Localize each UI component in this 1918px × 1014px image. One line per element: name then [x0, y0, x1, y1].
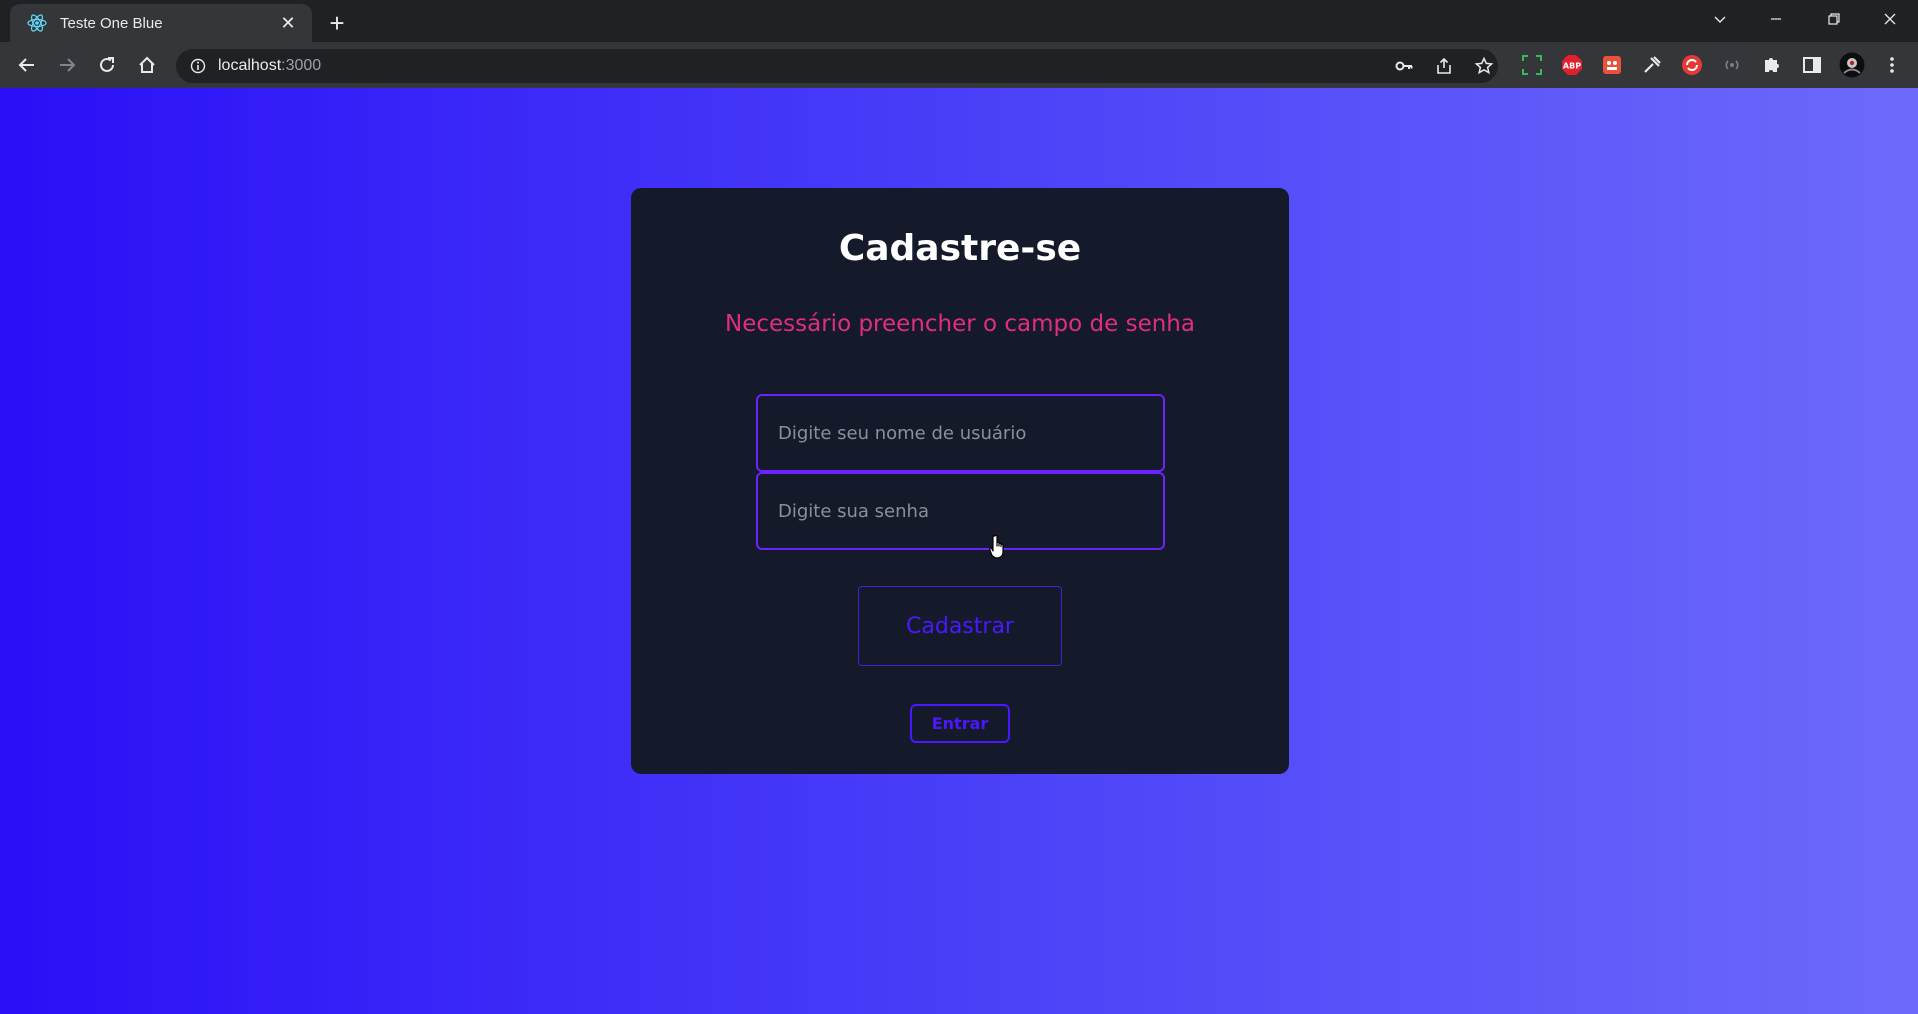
page-background: Cadastre-se Necessário preencher o campo… [0, 88, 1918, 1014]
hand-cursor-icon [989, 534, 1011, 560]
sync-extension-icon[interactable] [1679, 52, 1705, 78]
forward-icon[interactable] [51, 49, 83, 81]
share-icon[interactable] [1432, 54, 1456, 78]
address-bar[interactable]: localhost:3000 [176, 49, 1498, 83]
new-tab-button[interactable]: + [322, 8, 352, 38]
more-menu-icon[interactable] [1879, 52, 1905, 78]
key-icon[interactable] [1392, 54, 1416, 78]
adblock-plus-icon[interactable]: ABP [1559, 52, 1585, 78]
extensions-puzzle-icon[interactable] [1759, 52, 1785, 78]
close-window-icon[interactable] [1862, 0, 1918, 38]
tab-close-icon[interactable]: ✕ [276, 11, 300, 35]
minimize-icon[interactable] [1748, 0, 1804, 38]
register-button[interactable]: Cadastrar [858, 586, 1062, 666]
profile-avatar[interactable] [1839, 52, 1865, 78]
site-info-icon[interactable] [186, 54, 210, 78]
bookmark-star-icon[interactable] [1472, 54, 1496, 78]
tab-strip: Teste One Blue ✕ + [0, 0, 1918, 42]
reload-icon[interactable] [91, 49, 123, 81]
screenshot-extension-icon[interactable] [1519, 52, 1545, 78]
restore-icon[interactable] [1806, 0, 1862, 38]
tools-extension-icon[interactable] [1639, 52, 1665, 78]
password-input[interactable] [756, 472, 1165, 550]
error-message: Necessário preencher o campo de senha [725, 311, 1195, 337]
url-host: localhost [218, 57, 282, 74]
browser-toolbar: localhost:3000 ABP [0, 42, 1918, 88]
username-input[interactable] [756, 394, 1165, 472]
signup-card: Cadastre-se Necessário preencher o campo… [631, 188, 1289, 774]
react-icon [26, 12, 48, 34]
side-panel-icon[interactable] [1799, 52, 1825, 78]
svg-text:ABP: ABP [1563, 62, 1581, 71]
page-title: Cadastre-se [838, 228, 1082, 269]
back-icon[interactable] [11, 49, 43, 81]
url-port: :3000 [281, 57, 322, 74]
tab-search-icon[interactable] [1692, 0, 1748, 38]
tab-title: Teste One Blue [60, 14, 163, 32]
home-icon[interactable] [131, 49, 163, 81]
login-button[interactable]: Entrar [910, 704, 1010, 743]
broadcast-extension-icon[interactable] [1719, 52, 1745, 78]
browser-tab[interactable]: Teste One Blue ✕ [10, 4, 312, 42]
pinata-extension-icon[interactable] [1599, 52, 1625, 78]
url-text: localhost:3000 [218, 57, 321, 75]
